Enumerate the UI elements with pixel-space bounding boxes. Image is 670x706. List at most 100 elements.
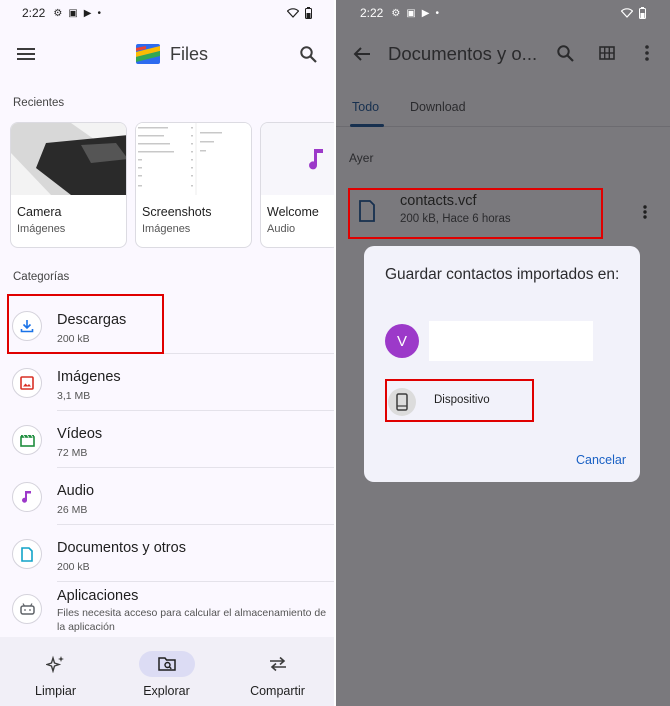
play-store-icon: ▶ xyxy=(421,7,430,19)
highlight-box xyxy=(385,379,534,422)
recent-thumbnail xyxy=(261,123,334,195)
nav-explore[interactable]: Explorar xyxy=(111,637,222,706)
category-images[interactable]: Imágenes 3,1 MB xyxy=(0,354,334,411)
android-icon xyxy=(19,603,35,615)
movie-icon xyxy=(19,434,35,447)
sim-icon: ▣ xyxy=(406,7,416,19)
sparkle-icon xyxy=(45,655,64,673)
category-subtitle: 26 MB xyxy=(57,504,88,516)
audio-icon-wrap xyxy=(12,482,42,512)
arrow-back-icon xyxy=(353,47,370,61)
date-group-label: Ayer xyxy=(349,151,374,165)
music-note-icon xyxy=(22,491,31,503)
dot-icon: • xyxy=(435,7,439,19)
category-videos[interactable]: Vídeos 72 MB xyxy=(0,411,334,468)
nav-clean[interactable]: Limpiar xyxy=(0,637,111,706)
category-apps[interactable]: Aplicaciones Files necesita acceso para … xyxy=(0,580,334,637)
recent-card-welcome[interactable]: Welcome Audio xyxy=(260,122,334,248)
status-time: 2:22 xyxy=(360,6,384,20)
nav-label: Compartir xyxy=(250,684,305,698)
recent-card-title: Screenshots xyxy=(142,205,212,219)
category-title: Audio xyxy=(57,483,95,499)
tab-download[interactable]: Download xyxy=(410,100,466,114)
play-store-icon: ▶ xyxy=(83,7,92,19)
hamburger-menu-icon xyxy=(17,48,35,60)
top-app-bar: Files xyxy=(0,26,334,82)
nav-label: Limpiar xyxy=(35,684,76,698)
recents-section-label: Recientes xyxy=(13,97,65,109)
status-bar: 2:22 ⚙ ▣ ▶ • xyxy=(336,0,670,26)
wifi-icon xyxy=(287,8,299,18)
account-option[interactable] xyxy=(429,321,593,361)
swap-arrows-icon xyxy=(269,656,286,672)
recent-card-screenshots[interactable]: Screenshots Imágenes xyxy=(135,122,252,248)
recent-card-title: Welcome xyxy=(267,205,319,219)
active-tab-indicator xyxy=(350,124,384,127)
image-icon xyxy=(20,376,34,390)
top-app-bar: Documentos y o... xyxy=(336,26,670,82)
app-title: Files xyxy=(170,43,209,64)
swap-icon-wrap xyxy=(250,651,306,677)
documents-screen-with-dialog: 2:22 ⚙ ▣ ▶ • Documentos y o... Todo Down… xyxy=(336,0,670,706)
gear-icon: ⚙ xyxy=(391,7,401,19)
recent-thumbnail xyxy=(136,123,251,195)
folder-search-icon xyxy=(157,657,176,671)
file-more-button[interactable] xyxy=(638,200,652,224)
files-logo-icon xyxy=(136,44,160,64)
music-note-icon xyxy=(309,149,323,170)
recent-card-subtitle: Imágenes xyxy=(142,223,191,235)
recent-card-subtitle: Imágenes xyxy=(17,223,66,235)
highlight-box xyxy=(348,188,603,239)
account-avatar[interactable]: V xyxy=(385,324,419,358)
search-icon xyxy=(556,44,574,62)
cancel-button[interactable]: Cancelar xyxy=(576,453,626,467)
category-subtitle: 72 MB xyxy=(57,447,88,459)
nav-share[interactable]: Compartir xyxy=(222,637,333,706)
search-button[interactable] xyxy=(554,42,576,64)
category-subtitle: 200 kB xyxy=(57,561,90,573)
menu-button[interactable] xyxy=(14,42,38,66)
category-title: Aplicaciones xyxy=(57,588,139,604)
battery-icon xyxy=(639,7,646,19)
tabs-divider xyxy=(336,126,670,127)
categories-section-label: Categorías xyxy=(13,271,70,283)
document-icon-wrap xyxy=(12,539,42,569)
category-subtitle: Files necesita acceso para calcular el a… xyxy=(57,607,327,633)
wifi-icon xyxy=(621,8,633,18)
search-icon xyxy=(299,45,317,63)
recent-card-subtitle: Audio xyxy=(267,223,296,235)
more-vert-icon xyxy=(643,205,647,219)
dot-icon: • xyxy=(97,7,101,19)
save-contacts-dialog: Guardar contactos importados en: V Dispo… xyxy=(364,246,640,482)
category-title: Vídeos xyxy=(57,426,103,442)
video-icon-wrap xyxy=(12,425,42,455)
overflow-menu-button[interactable] xyxy=(636,42,658,64)
explore-icon-wrap xyxy=(138,651,195,677)
status-time: 2:22 xyxy=(22,6,46,20)
tab-all[interactable]: Todo xyxy=(352,100,379,114)
document-icon xyxy=(21,546,33,562)
back-button[interactable] xyxy=(350,42,374,66)
status-bar: 2:22 ⚙ ▣ ▶ • xyxy=(0,0,334,26)
category-title: Imágenes xyxy=(57,369,121,385)
grid-view-icon xyxy=(599,46,615,60)
category-title: Documentos y otros xyxy=(57,540,186,556)
category-documents[interactable]: Documentos y otros 200 kB xyxy=(0,525,334,582)
page-title: Documentos y o... xyxy=(388,43,538,64)
android-icon-wrap xyxy=(12,594,42,624)
search-button[interactable] xyxy=(296,42,320,66)
dialog-title: Guardar contactos importados en: xyxy=(385,266,620,283)
files-home-screen: 2:22 ⚙ ▣ ▶ • Files Recientes Camera Imág… xyxy=(0,0,334,706)
battery-icon xyxy=(305,7,312,19)
grid-view-button[interactable] xyxy=(596,42,618,64)
image-icon-wrap xyxy=(12,368,42,398)
filter-tabs: Todo Download xyxy=(336,100,670,126)
recent-card-camera[interactable]: Camera Imágenes xyxy=(10,122,127,248)
app-logo: Files xyxy=(134,42,208,66)
category-audio[interactable]: Audio 26 MB xyxy=(0,468,334,525)
bottom-navigation: Limpiar Explorar Compartir xyxy=(0,637,334,706)
sim-icon: ▣ xyxy=(68,7,78,19)
recent-thumbnail xyxy=(11,123,126,195)
highlight-box xyxy=(7,294,164,354)
more-vert-icon xyxy=(645,45,649,61)
